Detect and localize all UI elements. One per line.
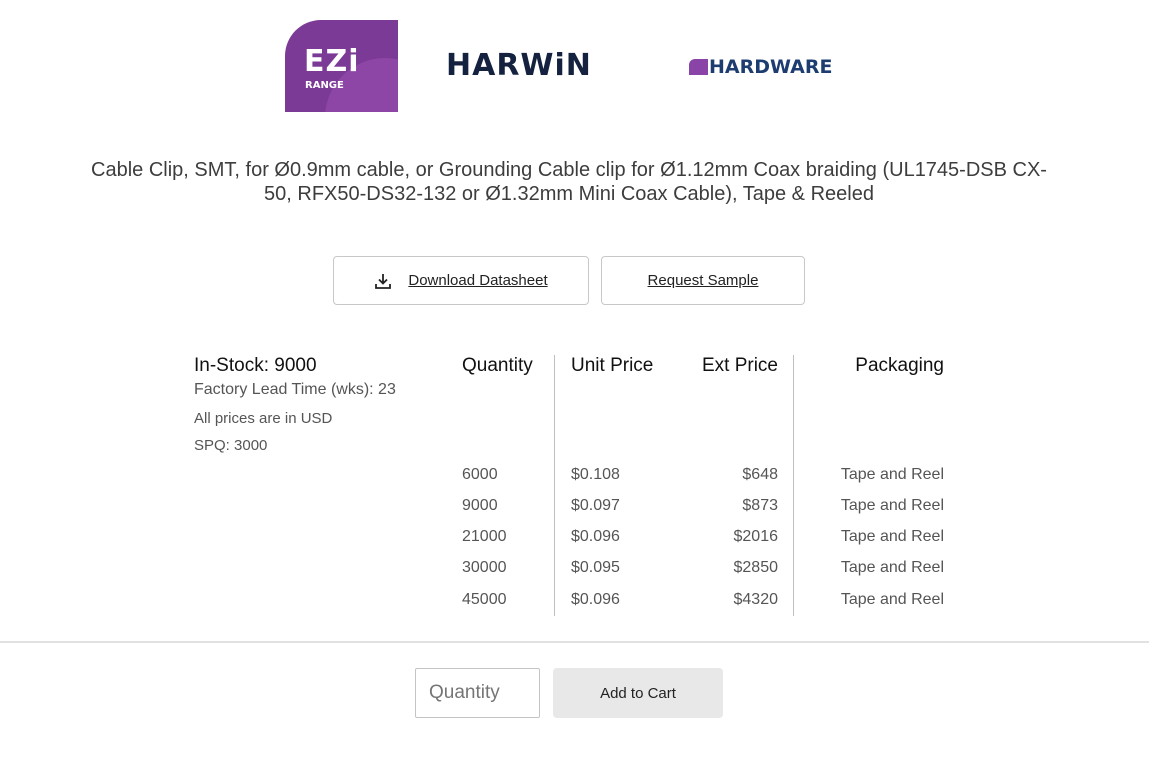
- row-packaging: Tape and Reel: [840, 466, 944, 483]
- download-datasheet-button[interactable]: Download Datasheet: [333, 256, 589, 305]
- download-datasheet-label: Download Datasheet: [408, 272, 548, 289]
- hardware-logo-text: HARDWARE: [709, 56, 833, 78]
- row-quantity: 21000: [462, 528, 507, 545]
- currency-note: All prices are in USD: [194, 410, 333, 427]
- row-packaging: Tape and Reel: [840, 528, 944, 545]
- ezi-logo-text: EZi: [304, 44, 360, 79]
- row-packaging: Tape and Reel: [840, 497, 944, 514]
- column-divider: [793, 355, 794, 616]
- spq: SPQ: 3000: [194, 437, 268, 454]
- row-unit-price: $0.108: [571, 466, 620, 483]
- harwin-logo: HARWiN: [446, 48, 592, 83]
- row-quantity: 9000: [462, 497, 498, 514]
- section-divider: [0, 641, 1149, 643]
- header-unit-price: Unit Price: [571, 355, 654, 376]
- row-ext-price: $2850: [733, 559, 779, 576]
- hardware-logo-mark: [689, 59, 708, 75]
- row-ext-price: $873: [742, 497, 778, 514]
- row-unit-price: $0.096: [571, 528, 620, 545]
- row-unit-price: $0.096: [571, 591, 620, 608]
- request-sample-button[interactable]: Request Sample: [601, 256, 805, 305]
- in-stock-count: In-Stock: 9000: [194, 355, 317, 376]
- row-packaging: Tape and Reel: [840, 591, 944, 608]
- row-ext-price: $2016: [733, 528, 779, 545]
- row-quantity: 30000: [462, 559, 507, 576]
- row-unit-price: $0.095: [571, 559, 620, 576]
- row-packaging: Tape and Reel: [840, 559, 944, 576]
- hardware-logo: HARDWARE: [689, 56, 832, 78]
- header-ext-price: Ext Price: [701, 355, 778, 376]
- header-quantity: Quantity: [462, 355, 533, 376]
- quantity-input[interactable]: [415, 668, 540, 718]
- product-title: Cable Clip, SMT, for Ø0.9mm cable, or Gr…: [91, 159, 1047, 205]
- header-packaging: Packaging: [855, 355, 944, 376]
- request-sample-label: Request Sample: [647, 272, 759, 289]
- row-quantity: 6000: [462, 466, 498, 483]
- row-ext-price: $4320: [733, 591, 779, 608]
- lead-time: Factory Lead Time (wks): 23: [194, 381, 396, 398]
- row-unit-price: $0.097: [571, 497, 620, 514]
- brand-logos: EZi RANGE HARWiN HARDWARE: [0, 20, 1149, 112]
- ezi-logo-subtext: RANGE: [305, 80, 344, 91]
- row-ext-price: $648: [742, 466, 778, 483]
- row-quantity: 45000: [462, 591, 507, 608]
- download-icon: [375, 273, 392, 289]
- add-to-cart-button[interactable]: Add to Cart: [553, 668, 723, 718]
- column-divider: [554, 355, 555, 616]
- ezi-range-logo: EZi RANGE: [285, 20, 398, 112]
